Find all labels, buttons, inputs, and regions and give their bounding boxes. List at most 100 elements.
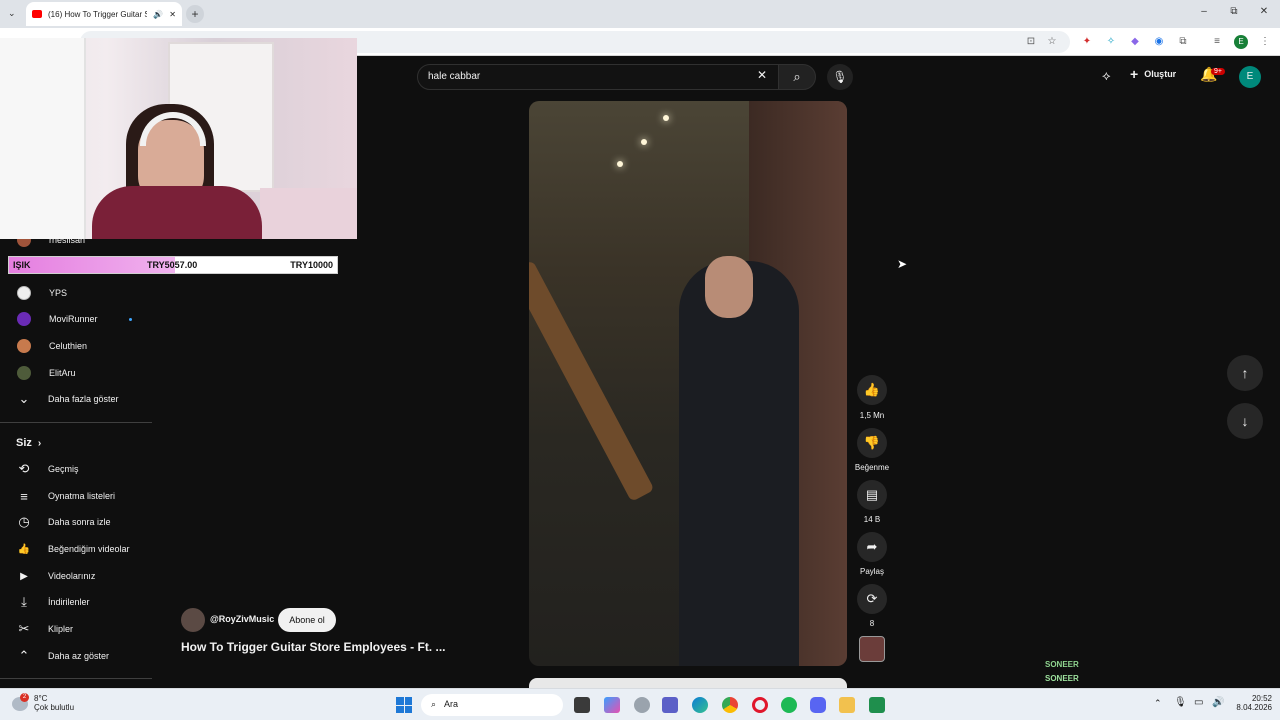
- weather-widget[interactable]: 8°C Çok bulutlu: [34, 694, 74, 712]
- chrome-icon[interactable]: [722, 697, 738, 713]
- profile-avatar[interactable]: E: [1234, 35, 1248, 49]
- remix-button[interactable]: ⟳: [857, 584, 887, 614]
- extension-purple-icon[interactable]: ◆: [1128, 35, 1142, 49]
- extensions-puzzle-icon[interactable]: ⧉: [1176, 35, 1190, 49]
- sidebar-item-label: Celuthien: [49, 341, 88, 351]
- copilot-icon[interactable]: [604, 697, 620, 713]
- install-icon[interactable]: ⊡: [1024, 35, 1038, 49]
- ceiling-light: [641, 139, 647, 145]
- sidebar-item-downloads[interactable]: ⤓ İndirilenler: [0, 589, 152, 615]
- share-label: Paylaş: [859, 567, 884, 576]
- tray-overflow-icon[interactable]: ⌃: [1154, 698, 1162, 709]
- bookmark-star-icon[interactable]: ☆: [1045, 35, 1059, 49]
- sidebar-item-your-videos[interactable]: ▶ Videolarınız: [0, 563, 152, 589]
- clock-icon: ◷: [18, 514, 30, 529]
- taskbar-search[interactable]: ⌕ Ara: [421, 694, 563, 716]
- next-short-preview: [529, 678, 847, 688]
- subscribe-button[interactable]: Abone ol: [278, 608, 336, 632]
- youtube-favicon: [32, 10, 42, 18]
- translate-extension-icon[interactable]: ✧: [1104, 35, 1118, 49]
- shorts-video-player[interactable]: [529, 101, 847, 666]
- spotify-icon[interactable]: [781, 697, 797, 713]
- network-icon[interactable]: ▭: [1194, 697, 1203, 708]
- windows-start-icon[interactable]: [396, 697, 412, 713]
- like-button[interactable]: 👍: [857, 375, 887, 405]
- sidebar-subscription-yps[interactable]: YPS: [0, 280, 152, 306]
- bed-shape: [260, 188, 357, 239]
- chat-username: SONEER: [1045, 660, 1079, 669]
- create-button[interactable]: + Oluştur: [1130, 66, 1176, 82]
- channel-name[interactable]: @RoyZivMusic: [210, 614, 274, 624]
- clear-search-icon[interactable]: ✕: [757, 68, 767, 82]
- mouse-cursor-icon: ➤: [897, 257, 908, 271]
- minimize-button[interactable]: –: [1194, 6, 1214, 17]
- donation-name: IŞIK: [13, 260, 31, 270]
- settings-gear-icon[interactable]: [634, 697, 650, 713]
- tab-search-icon[interactable]: ⌄: [8, 8, 16, 19]
- sidebar-divider: [0, 422, 152, 423]
- microphone-tray-icon[interactable]: 🎙: [1174, 697, 1187, 708]
- comments-button[interactable]: ▤: [857, 480, 887, 510]
- sidebar-item-clips[interactable]: ✂ Klipler: [0, 616, 152, 642]
- extension-icon[interactable]: ✦: [1080, 35, 1094, 49]
- sidebar-item-watch-later[interactable]: ◷ Daha sonra izle: [0, 509, 152, 535]
- account-avatar[interactable]: E: [1239, 66, 1261, 88]
- window-close-button[interactable]: ✕: [1254, 6, 1274, 17]
- system-clock[interactable]: 20:52 8.04.2026: [1232, 694, 1272, 712]
- speaker-icon[interactable]: 🔊: [153, 10, 163, 19]
- share-button[interactable]: ➦: [857, 532, 887, 562]
- opera-icon[interactable]: [752, 697, 768, 713]
- donation-goal-bar: IŞIK TRY5057.00 TRY10000: [8, 256, 338, 274]
- sound-thumbnail[interactable]: [859, 636, 885, 662]
- app-icon[interactable]: [869, 697, 885, 713]
- you-header-label: Siz: [16, 437, 32, 449]
- cast-icon[interactable]: ⟡: [1102, 68, 1111, 84]
- sidebar-show-more[interactable]: ⌄ Daha fazla göster: [0, 386, 152, 412]
- sidebar-you-header[interactable]: Siz ›: [0, 430, 152, 456]
- video-title[interactable]: How To Trigger Guitar Store Employees - …: [181, 640, 445, 654]
- extension-blue-icon[interactable]: ◉: [1152, 35, 1166, 49]
- discord-icon[interactable]: [810, 697, 826, 713]
- search-button[interactable]: ⌕: [778, 64, 816, 90]
- sidebar-item-label: Oynatma listeleri: [48, 491, 116, 501]
- thumbs-up-icon: 👍: [17, 543, 31, 555]
- chevron-up-icon: ⌃: [18, 648, 30, 663]
- sidebar-item-liked-videos[interactable]: 👍 Beğendiğim videolar: [0, 536, 152, 562]
- sidebar-item-label: Daha az göster: [48, 651, 110, 661]
- channel-avatar[interactable]: [181, 608, 205, 632]
- chevron-right-icon: ›: [37, 437, 42, 449]
- edge-icon[interactable]: [692, 697, 708, 713]
- task-view-icon[interactable]: [574, 697, 590, 713]
- sidebar-subscription-elitaru[interactable]: ElitAru: [0, 360, 152, 386]
- new-tab-button[interactable]: +: [186, 5, 204, 23]
- clock-date: 8.04.2026: [1236, 703, 1272, 712]
- tab-close-icon[interactable]: ✕: [169, 10, 176, 19]
- sidebar-subscription-celuthien[interactable]: Celuthien: [0, 333, 152, 359]
- chevron-down-icon: ⌄: [18, 391, 30, 406]
- menu-kebab-icon[interactable]: ⋮: [1258, 35, 1272, 49]
- tab-youtube[interactable]: (16) How To Trigger Guitar S 🔊 ✕: [26, 2, 182, 26]
- previous-short-button[interactable]: ↑: [1227, 355, 1263, 391]
- media-controls-icon[interactable]: ≡: [1210, 35, 1224, 49]
- volume-icon[interactable]: 🔊: [1212, 697, 1224, 708]
- sidebar-item-playlists[interactable]: ≡ Oynatma listeleri: [0, 483, 152, 509]
- create-label: Oluştur: [1144, 69, 1177, 79]
- sidebar-show-less[interactable]: ⌃ Daha az göster: [0, 643, 152, 669]
- search-query: hale cabbar: [428, 71, 481, 82]
- sidebar-item-label: ElitAru: [49, 368, 76, 378]
- file-explorer-icon[interactable]: [839, 697, 855, 713]
- sidebar-item-history[interactable]: ⟲ Geçmiş: [0, 456, 152, 482]
- tab-title: (16) How To Trigger Guitar S: [48, 9, 148, 19]
- webcam-overlay: [0, 38, 357, 239]
- weather-temp: 8°C: [34, 694, 48, 703]
- dislike-button[interactable]: 👎: [857, 428, 887, 458]
- next-short-button[interactable]: ↓: [1227, 403, 1263, 439]
- sidebar-subscription-movirunner[interactable]: MoviRunner: [0, 306, 152, 332]
- teams-icon[interactable]: [662, 697, 678, 713]
- voice-search-button[interactable]: 🎙: [827, 64, 853, 90]
- search-input[interactable]: hale cabbar: [417, 64, 779, 90]
- person-face-shape: [705, 256, 753, 318]
- search-icon: ⌕: [793, 69, 801, 84]
- download-icon: ⤓: [21, 594, 27, 609]
- restore-button[interactable]: ⧉: [1224, 6, 1244, 17]
